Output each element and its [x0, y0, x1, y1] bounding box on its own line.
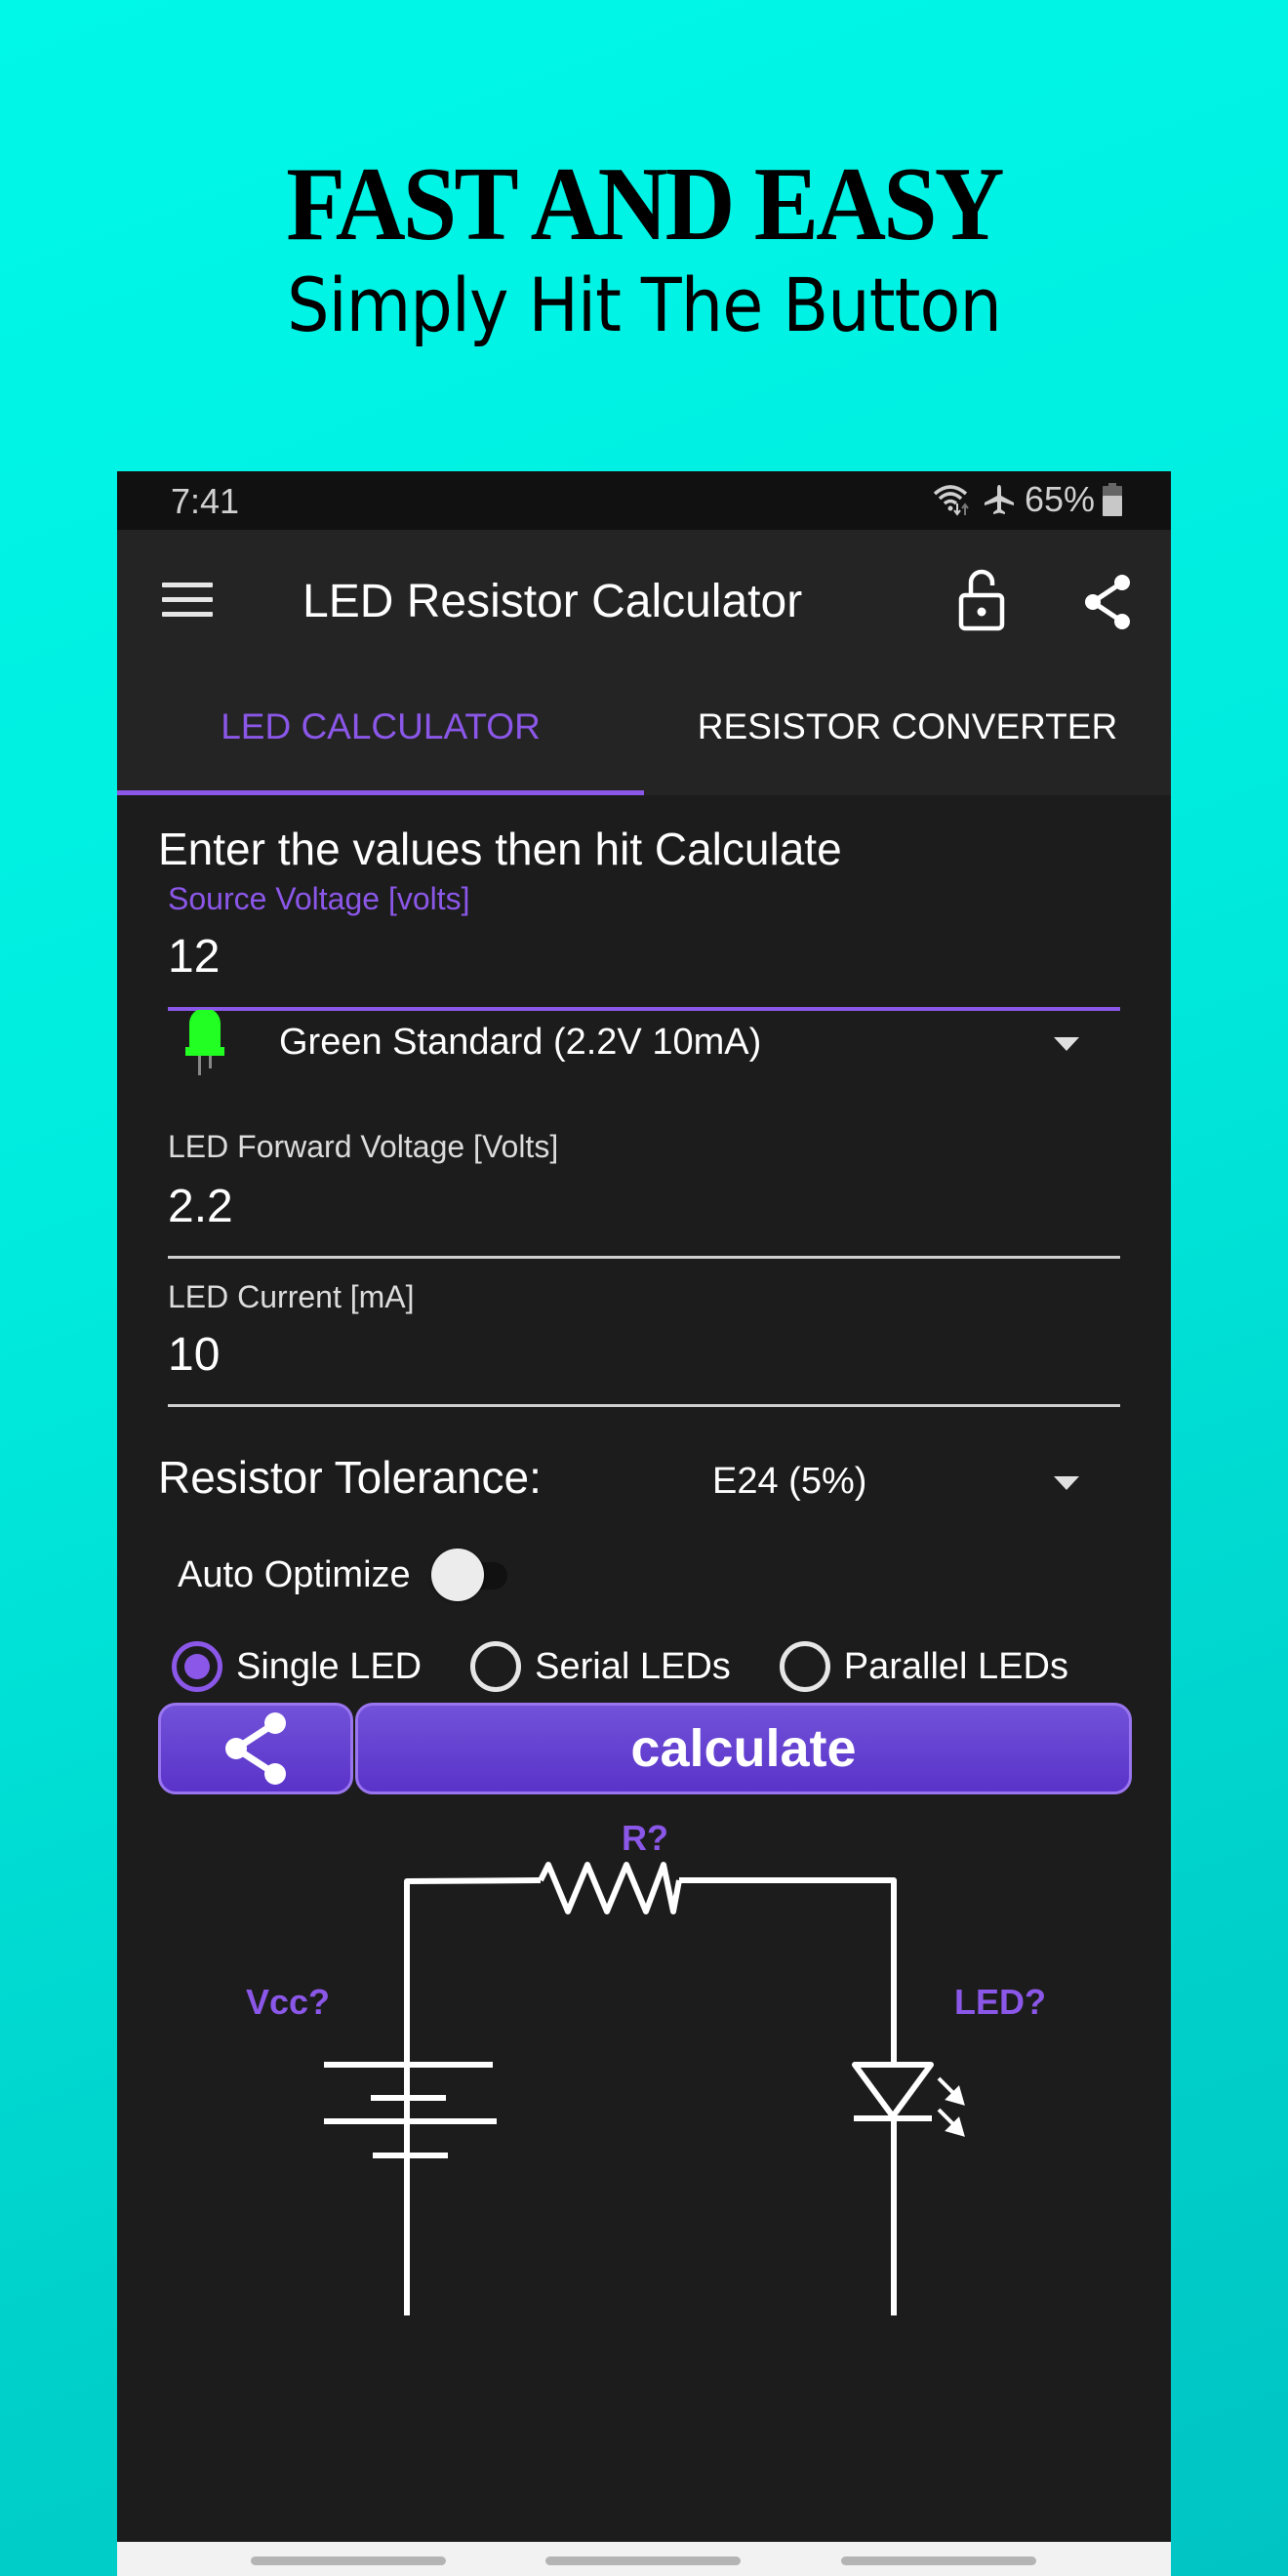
battery-icon [1103, 483, 1122, 516]
nav-back-button[interactable] [841, 2556, 1036, 2565]
tab-label: LED CALCULATOR [221, 706, 541, 746]
status-time: 7:41 [171, 481, 240, 521]
tolerance-label: Resistor Tolerance: [158, 1452, 542, 1503]
led-type-value: Green Standard (2.2V 10mA) [279, 1022, 762, 1063]
tolerance-dropdown[interactable]: E24 (5%) [703, 1451, 1171, 1511]
radio-serial-leds[interactable]: Serial LEDs [470, 1641, 731, 1692]
auto-optimize-switch[interactable] [431, 1549, 519, 1601]
promo-title: FAST AND EASY [286, 146, 1004, 262]
led-diode-symbol [852, 2062, 934, 2119]
led-mode-radio-group: Single LED Serial LEDs Parallel LEDs [172, 1632, 1117, 1701]
radio-unchecked-icon [779, 1641, 830, 1692]
promo-subtitle: Simply Hit The Button [287, 262, 1002, 348]
circuit-diagram [324, 1862, 965, 2315]
radio-parallel-leds[interactable]: Parallel LEDs [779, 1641, 1068, 1692]
radio-label: Single LED [236, 1645, 423, 1687]
menu-icon[interactable] [162, 583, 213, 622]
green-led-icon [185, 1010, 224, 1075]
battery-percent: 65% [1024, 479, 1095, 519]
share-result-button[interactable] [158, 1703, 353, 1794]
source-voltage-value: 12 [168, 931, 221, 983]
switch-thumb [431, 1549, 484, 1601]
led-type-dropdown[interactable]: Green Standard (2.2V 10mA) [176, 1010, 1132, 1078]
instructions-text: Enter the values then hit Calculate [158, 824, 842, 874]
led-current-label: LED Current [mA] [168, 1279, 415, 1314]
wire-top-left [404, 1877, 542, 2239]
wire-top-right [679, 1877, 897, 2062]
wifi-icon [933, 485, 969, 516]
status-icons: 65% [931, 479, 1122, 520]
tab-resistor-converter[interactable]: RESISTOR CONVERTER [644, 674, 1171, 795]
nav-recents-button[interactable] [251, 2556, 446, 2565]
airplane-icon [984, 485, 1014, 514]
share-icon[interactable] [1081, 573, 1136, 631]
system-nav-bar [117, 2542, 1171, 2576]
tab-indicator [117, 790, 644, 795]
led-current-value: 10 [168, 1329, 221, 1381]
resistor-symbol [538, 1862, 682, 1914]
chevron-down-icon [1054, 1037, 1079, 1051]
source-voltage-input[interactable]: 12 [168, 922, 1120, 1000]
radio-label: Serial LEDs [535, 1645, 731, 1687]
radio-label: Parallel LEDs [843, 1645, 1068, 1687]
tolerance-value: E24 (5%) [712, 1461, 867, 1502]
app-title: LED Resistor Calculator [302, 576, 803, 627]
calculate-button[interactable]: calculate [355, 1703, 1132, 1794]
led-current-underline [168, 1404, 1120, 1407]
toolbar: LED Resistor Calculator [117, 530, 1171, 674]
source-voltage-label: Source Voltage [volts] [168, 881, 470, 916]
led-label: LED? [954, 1982, 1046, 2022]
tab-led-calculator[interactable]: LED CALCULATOR [117, 674, 644, 795]
nav-home-button[interactable] [545, 2556, 741, 2565]
radio-checked-icon [172, 1641, 222, 1692]
source-label: Vcc? [246, 1982, 331, 2022]
auto-optimize-label: Auto Optimize [178, 1554, 411, 1595]
led-current-input[interactable]: 10 [168, 1320, 1120, 1398]
phone-screen: 7:41 65% LED Resistor Calculator LED CAL… [117, 471, 1171, 2576]
status-bar: 7:41 65% [117, 471, 1171, 530]
tab-bar: LED CALCULATOR RESISTOR CONVERTER [117, 674, 1171, 795]
forward-voltage-input[interactable]: 2.2 [168, 1172, 1120, 1250]
lock-open-icon[interactable] [958, 569, 1007, 631]
share-icon [225, 1712, 286, 1785]
tab-label: RESISTOR CONVERTER [697, 706, 1118, 746]
wire-bottom [404, 2267, 410, 2315]
forward-voltage-label: LED Forward Voltage [Volts] [168, 1129, 559, 1164]
radio-unchecked-icon [470, 1641, 522, 1692]
forward-voltage-underline [168, 1256, 1120, 1259]
resistor-label: R? [622, 1818, 668, 1858]
chevron-down-icon [1054, 1476, 1079, 1490]
radio-single-led[interactable]: Single LED [172, 1641, 422, 1692]
forward-voltage-value: 2.2 [168, 1181, 233, 1232]
